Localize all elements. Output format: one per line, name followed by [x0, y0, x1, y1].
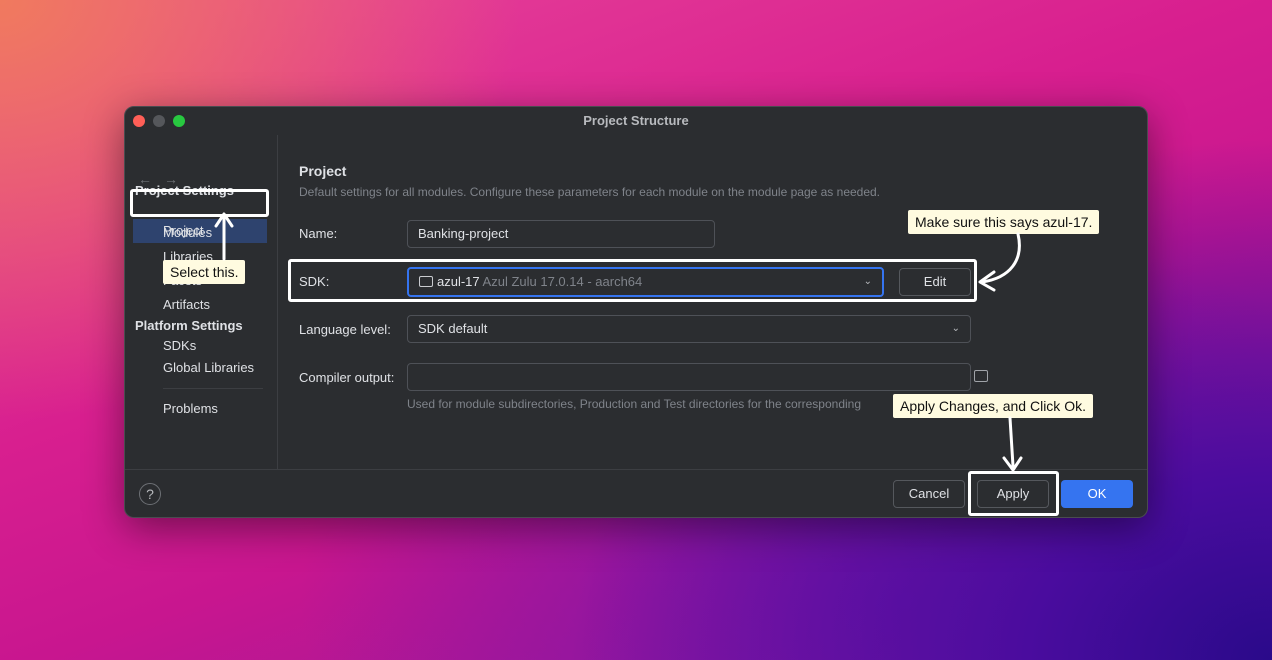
sidebar-item-modules[interactable]: Modules — [163, 225, 212, 240]
compiler-output-hint: Used for module subdirectories, Producti… — [407, 397, 862, 411]
chevron-down-icon: ⌄ — [951, 323, 960, 334]
sidebar-item-sdks[interactable]: SDKs — [163, 338, 196, 353]
compiler-output-label: Compiler output: — [299, 370, 395, 385]
language-level-label: Language level: — [299, 322, 391, 337]
apply-callout: Apply Changes, and Click Ok. — [893, 394, 1093, 418]
window-title: Project Structure — [583, 113, 689, 128]
name-label: Name: — [299, 226, 338, 241]
project-highlight-box — [130, 189, 269, 217]
project-name-field[interactable]: Banking-project — [407, 220, 715, 248]
sidebar-item-problems[interactable]: Problems — [163, 401, 218, 416]
footer-divider — [125, 469, 1147, 470]
sidebar-item-global-libraries[interactable]: Global Libraries — [163, 360, 254, 375]
ok-button[interactable]: OK — [1061, 480, 1133, 508]
sidebar: ← → Project Settings Project Modules Lib… — [125, 135, 278, 469]
title-bar: Project Structure — [125, 107, 1147, 135]
page-title: Project — [299, 163, 347, 179]
project-settings-panel: Project Default settings for all modules… — [279, 135, 1147, 469]
page-description: Default settings for all modules. Config… — [299, 185, 881, 199]
language-level-dropdown[interactable]: SDK default ⌄ — [407, 315, 971, 343]
platform-settings-heading: Platform Settings — [135, 318, 243, 333]
sdk-callout: Make sure this says azul-17. — [908, 210, 1100, 234]
cancel-button[interactable]: Cancel — [893, 480, 965, 508]
folder-browse-icon[interactable] — [974, 370, 988, 382]
compiler-output-field[interactable] — [407, 363, 971, 391]
sidebar-item-artifacts[interactable]: Artifacts — [163, 297, 210, 312]
project-structure-dialog: Project Structure ← → Project Settings P… — [124, 106, 1148, 518]
help-button[interactable]: ? — [139, 483, 161, 505]
sidebar-divider — [163, 388, 263, 389]
sdk-highlight-box — [288, 259, 977, 302]
apply-highlight-box — [968, 471, 1059, 516]
language-level-value: SDK default — [418, 321, 488, 336]
select-this-callout: Select this. — [163, 260, 246, 284]
